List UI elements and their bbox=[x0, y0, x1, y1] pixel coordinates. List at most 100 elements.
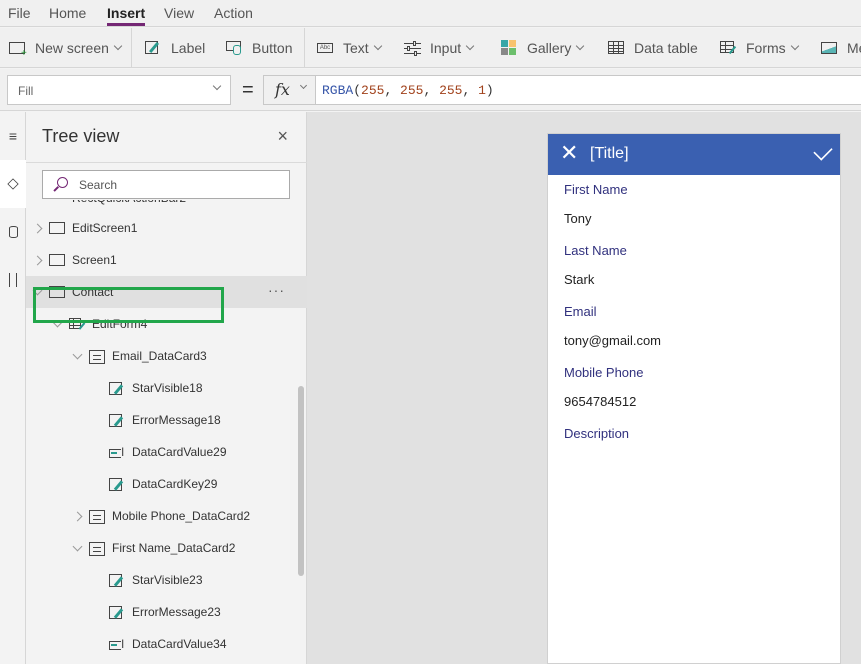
chevron-down-icon[interactable] bbox=[54, 320, 62, 328]
divider bbox=[26, 162, 307, 163]
data-cylinder-icon[interactable] bbox=[0, 208, 26, 256]
tree-item-label: DataCardValue34 bbox=[132, 637, 227, 651]
toolbar-divider bbox=[304, 28, 305, 68]
hamburger-menu-icon[interactable]: ≡ bbox=[0, 112, 26, 160]
tree-view-title: Tree view bbox=[42, 126, 120, 146]
field-value[interactable]: tony@gmail.com bbox=[564, 333, 661, 348]
fx-icon: fx bbox=[275, 80, 290, 99]
media-button[interactable]: Me bbox=[821, 28, 861, 68]
field-label: Description bbox=[564, 426, 630, 441]
menu-action[interactable]: Action bbox=[214, 5, 253, 21]
label-edit-icon bbox=[109, 414, 122, 427]
contact-screen-preview[interactable]: ✕ [Title] First Name Tony Last Name Stark Em… bbox=[547, 133, 841, 664]
tree-item[interactable]: I DataCardValue34 bbox=[26, 628, 307, 660]
tree-scrollbar[interactable] bbox=[298, 386, 304, 576]
button-button[interactable]: Button bbox=[226, 28, 292, 68]
tree-item-label: First Name_DataCard2 bbox=[112, 541, 236, 555]
field-value[interactable]: Stark bbox=[564, 272, 594, 287]
form-icon bbox=[69, 318, 81, 329]
field-label: Last Name bbox=[564, 243, 627, 258]
text-input-icon: I bbox=[109, 446, 125, 460]
new-screen-button[interactable]: + New screen bbox=[9, 28, 123, 68]
field-label: Mobile Phone bbox=[564, 365, 644, 380]
formula-input[interactable]: RGBA(255, 255, 255, 1) bbox=[315, 75, 861, 105]
tree-item[interactable]: ErrorMessage23 bbox=[26, 596, 307, 628]
tree-item-label: StarVisible18 bbox=[132, 381, 203, 395]
chevron-down-icon bbox=[465, 41, 475, 51]
label-edit-icon bbox=[109, 382, 122, 395]
property-dropdown[interactable]: Fill bbox=[7, 75, 231, 105]
text-abc-icon: Abc bbox=[317, 40, 335, 56]
chevron-down-icon[interactable] bbox=[74, 352, 82, 360]
gallery-button[interactable]: Gallery bbox=[501, 28, 585, 68]
close-icon[interactable]: ✕ bbox=[560, 142, 578, 164]
data-card-icon bbox=[89, 510, 105, 524]
tree-item[interactable]: EditForm4 bbox=[26, 308, 307, 340]
left-rail: ≡ bbox=[0, 112, 26, 664]
tree-item[interactable]: StarVisible23 bbox=[26, 564, 307, 596]
menu-insert[interactable]: Insert bbox=[107, 5, 146, 26]
media-image-icon bbox=[821, 40, 839, 56]
tree-item[interactable]: I DataCardValue29 bbox=[26, 436, 307, 468]
field-value[interactable]: 9654784512 bbox=[564, 394, 636, 409]
chevron-right-icon[interactable] bbox=[74, 512, 82, 520]
tree-item-label: Email_DataCard3 bbox=[112, 349, 207, 363]
design-canvas: ✕ [Title] First Name Tony Last Name Stark Em… bbox=[307, 112, 861, 664]
chevron-down-icon bbox=[576, 41, 585, 51]
label-button[interactable]: Label bbox=[145, 28, 205, 68]
menu-view[interactable]: View bbox=[164, 5, 194, 21]
text-button[interactable]: Abc Text bbox=[317, 28, 382, 68]
gallery-grid-icon bbox=[501, 40, 519, 56]
tree-item[interactable]: Contact ··· bbox=[26, 276, 307, 308]
tree-item[interactable]: StarVisible18 bbox=[26, 372, 307, 404]
form-title: [Title] bbox=[590, 145, 629, 162]
checkmark-submit-icon[interactable] bbox=[813, 141, 833, 161]
tree-search-input[interactable]: Search bbox=[42, 170, 290, 199]
tree-item[interactable]: Mobile Phone_DataCard2 bbox=[26, 500, 307, 532]
data-table-button[interactable]: Data table bbox=[608, 28, 698, 68]
chevron-down-icon bbox=[212, 81, 222, 91]
tree-item[interactable]: DataCardKey29 bbox=[26, 468, 307, 500]
chevron-down-icon[interactable] bbox=[34, 288, 42, 296]
menu-bar: File Home Insert View Action bbox=[0, 0, 861, 27]
chevron-down-icon bbox=[373, 41, 382, 51]
label-edit-icon bbox=[109, 574, 122, 587]
input-button[interactable]: Input bbox=[404, 28, 475, 68]
tree-item[interactable]: Email_DataCard3 bbox=[26, 340, 307, 372]
chevron-down-icon[interactable] bbox=[74, 544, 82, 552]
tree-item-label: EditScreen1 bbox=[72, 221, 138, 235]
equals-sign: = bbox=[242, 79, 254, 101]
tree-item-label: Mobile Phone_DataCard2 bbox=[112, 509, 251, 523]
tree-item-label: Contact bbox=[72, 285, 114, 299]
tree-item[interactable]: ErrorMessage18 bbox=[26, 404, 307, 436]
data-card-icon bbox=[89, 542, 105, 556]
input-sliders-icon bbox=[404, 40, 422, 56]
label-edit-icon bbox=[109, 478, 122, 491]
tree-item-label: StarVisible23 bbox=[132, 573, 203, 587]
tree-view-layers-icon[interactable] bbox=[0, 160, 26, 208]
fx-button[interactable]: fx bbox=[263, 75, 316, 105]
tree-item[interactable]: First Name_DataCard2 bbox=[26, 532, 307, 564]
more-options-icon[interactable]: ··· bbox=[268, 282, 285, 298]
tree-item-label: RectQuickActionBar2 bbox=[72, 200, 186, 205]
menu-home[interactable]: Home bbox=[49, 5, 86, 21]
close-icon[interactable]: × bbox=[277, 126, 288, 147]
tree-item[interactable]: EditScreen1 bbox=[26, 212, 307, 244]
chevron-down-icon bbox=[113, 41, 123, 51]
forms-button[interactable]: Forms bbox=[720, 28, 799, 68]
toolbar-divider bbox=[131, 28, 132, 68]
formula-bar: Fill = fx RGBA(255, 255, 255, 1) bbox=[0, 69, 861, 111]
chevron-right-icon[interactable] bbox=[34, 224, 42, 232]
menu-file[interactable]: File bbox=[8, 5, 31, 21]
tree-view-panel: Tree view × Search RectQuickActionBar2 Ed… bbox=[26, 112, 307, 664]
tree-item-label: ErrorMessage18 bbox=[132, 413, 221, 427]
advanced-tools-icon[interactable] bbox=[0, 256, 26, 304]
text-input-icon: I bbox=[109, 638, 125, 652]
forms-icon bbox=[720, 40, 738, 56]
chevron-right-icon[interactable] bbox=[34, 256, 42, 264]
tree-list: RectQuickActionBar2 EditScreen1 Screen1 Con… bbox=[26, 200, 307, 664]
data-card-icon bbox=[89, 350, 105, 364]
tree-item[interactable]: Screen1 bbox=[26, 244, 307, 276]
ribbon-toolbar: + New screen Label Button Abc Text Input… bbox=[0, 28, 861, 68]
field-value[interactable]: Tony bbox=[564, 211, 591, 226]
